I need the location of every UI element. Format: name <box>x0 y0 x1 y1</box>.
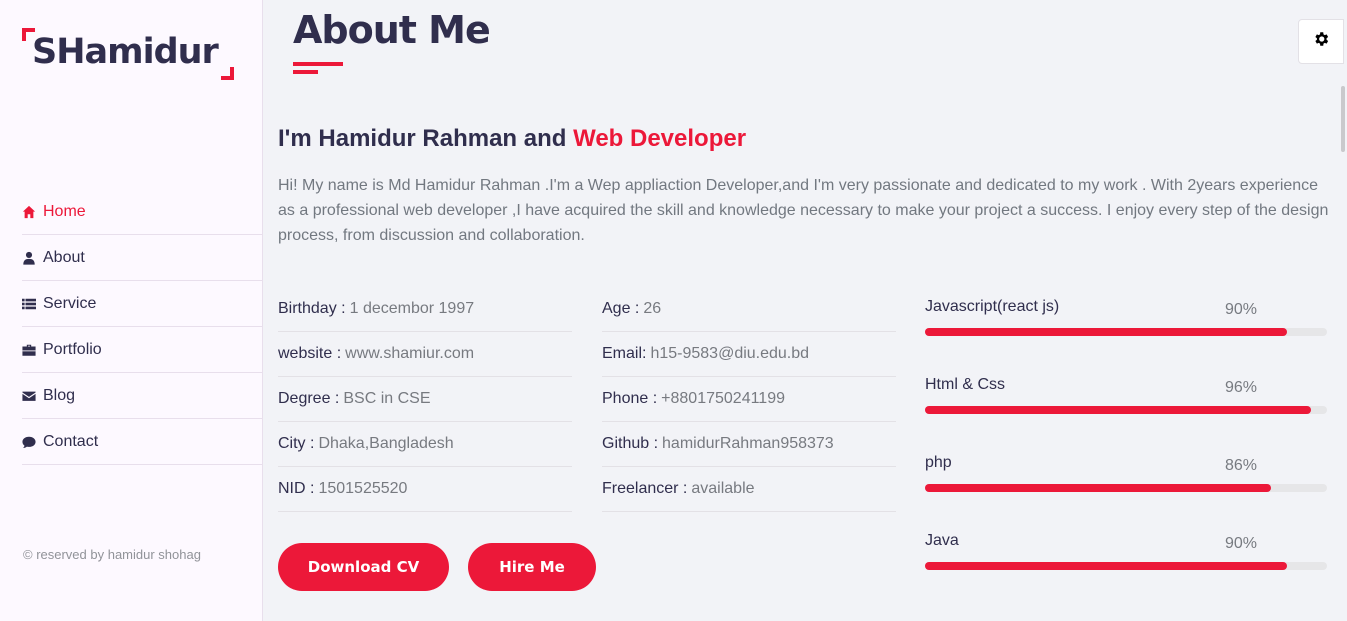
skill-progress-fill <box>925 562 1287 570</box>
main-nav: Home About Service Portfolio Blog Contac… <box>22 189 262 465</box>
nav-item-label: Home <box>43 202 86 220</box>
info-row-nid: NID :1501525520 <box>278 467 572 512</box>
info-row-city: City : Dhaka,Bangladesh <box>278 422 572 467</box>
logo[interactable]: SHamidur <box>22 28 234 80</box>
skill-name: Javascript(react js) <box>925 298 1060 315</box>
info-value: Dhaka,Bangladesh <box>318 435 454 452</box>
info-value: +8801750241199 <box>661 390 785 407</box>
nav-item-blog[interactable]: Blog <box>22 373 262 419</box>
info-row-phone: Phone : +8801750241199 <box>602 377 896 422</box>
list-icon <box>22 297 39 311</box>
logo-corner-bottom-right <box>221 67 234 80</box>
info-value: available <box>691 480 755 497</box>
info-row-degree: Degree : BSC in CSE <box>278 377 572 422</box>
info-row-github: Github : hamidurRahman958373 <box>602 422 896 467</box>
info-row-age: Age :26 <box>602 287 896 332</box>
skill-progress-track <box>925 328 1327 336</box>
skill-name: Java <box>925 532 959 549</box>
info-key: Phone : <box>602 390 658 407</box>
info-value: hamidurRahman958373 <box>662 435 834 452</box>
user-icon <box>22 251 39 265</box>
info-row-email: Email: h15-9583@diu.edu.bd <box>602 332 896 377</box>
skill-progress-fill <box>925 328 1287 336</box>
skill-progress-fill <box>925 484 1271 492</box>
nav-item-portfolio[interactable]: Portfolio <box>22 327 262 373</box>
info-value: 1 decembor 1997 <box>349 300 475 317</box>
personal-info-right: Age :26 Email: h15-9583@diu.edu.bd Phone … <box>602 287 896 512</box>
style-switcher-toggle[interactable] <box>1298 19 1344 64</box>
skill-item: Java 90% <box>925 521 1327 599</box>
info-row-freelancer: Freelancer : available <box>602 467 896 512</box>
nav-item-contact[interactable]: Contact <box>22 419 262 465</box>
skill-item: Html & Css 96% <box>925 365 1327 443</box>
info-value: 1501525520 <box>318 480 408 497</box>
info-value: BSC in CSE <box>343 390 431 407</box>
envelope-icon <box>22 389 39 403</box>
skills-list: Javascript(react js) 90% Html & Css 96% … <box>925 287 1327 599</box>
nav-item-label: Contact <box>43 432 99 450</box>
info-key: Github : <box>602 435 659 452</box>
info-key: City : <box>278 435 315 452</box>
info-key: Birthday : <box>278 300 346 317</box>
download-cv-button[interactable]: Download CV <box>278 543 449 591</box>
nav-item-label: Portfolio <box>43 340 102 358</box>
intro-prefix: I'm Hamidur Rahman and <box>278 125 574 152</box>
gear-icon <box>1312 30 1330 53</box>
nav-item-label: Blog <box>43 386 76 404</box>
info-key: Email: <box>602 345 647 362</box>
scrollbar-thumb[interactable] <box>1341 86 1345 152</box>
nav-item-label: Service <box>43 294 97 312</box>
skill-item: php 86% <box>925 443 1327 521</box>
info-row-birthday: Birthday :1 decembor 1997 <box>278 287 572 332</box>
skill-progress-track <box>925 484 1327 492</box>
info-key: Freelancer : <box>602 480 688 497</box>
about-section: About Me I'm Hamidur Rahman and Web Deve… <box>263 0 1347 621</box>
nav-item-label: About <box>43 248 85 266</box>
home-icon <box>22 205 39 219</box>
skill-progress-track <box>925 562 1327 570</box>
nav-item-service[interactable]: Service <box>22 281 262 327</box>
intro-heading: I'm Hamidur Rahman and Web Developer <box>278 125 746 153</box>
nav-item-about[interactable]: About <box>22 235 262 281</box>
sidebar: SHamidur Home About Service Portfolio Bl… <box>0 0 263 621</box>
skill-progress-fill <box>925 406 1311 414</box>
personal-info-left: Birthday :1 decembor 1997 website : www.s… <box>278 287 572 512</box>
nav-item-home[interactable]: Home <box>22 189 262 235</box>
title-underline <box>293 62 343 66</box>
title-underline-short <box>293 70 318 74</box>
info-key: Age : <box>602 300 640 317</box>
logo-text: SHamidur <box>32 32 219 72</box>
skill-percent: 86% <box>1225 457 1258 474</box>
info-value: www.shamiur.com <box>345 345 475 362</box>
about-description: Hi! My name is Md Hamidur Rahman .I'm a … <box>278 177 1329 244</box>
skill-name: php <box>925 454 952 471</box>
skill-percent: 96% <box>1225 379 1258 396</box>
info-value: h15-9583@diu.edu.bd <box>650 345 810 362</box>
info-value: 26 <box>643 300 662 317</box>
skill-progress-track <box>925 406 1327 414</box>
skill-item: Javascript(react js) 90% <box>925 287 1327 365</box>
skill-percent: 90% <box>1225 535 1258 552</box>
comment-icon <box>22 435 39 449</box>
skill-percent: 90% <box>1225 301 1258 318</box>
skill-name: Html & Css <box>925 376 1005 393</box>
intro-role: Web Developer <box>573 125 747 152</box>
hire-me-button[interactable]: Hire Me <box>468 543 596 591</box>
info-key: website : <box>278 345 342 362</box>
info-key: NID : <box>278 480 315 497</box>
page-title: About Me <box>293 8 491 52</box>
info-key: Degree : <box>278 390 340 407</box>
copyright-text: © reserved by hamidur shohag <box>23 547 201 562</box>
briefcase-icon <box>22 343 39 357</box>
info-row-website: website : www.shamiur.com <box>278 332 572 377</box>
